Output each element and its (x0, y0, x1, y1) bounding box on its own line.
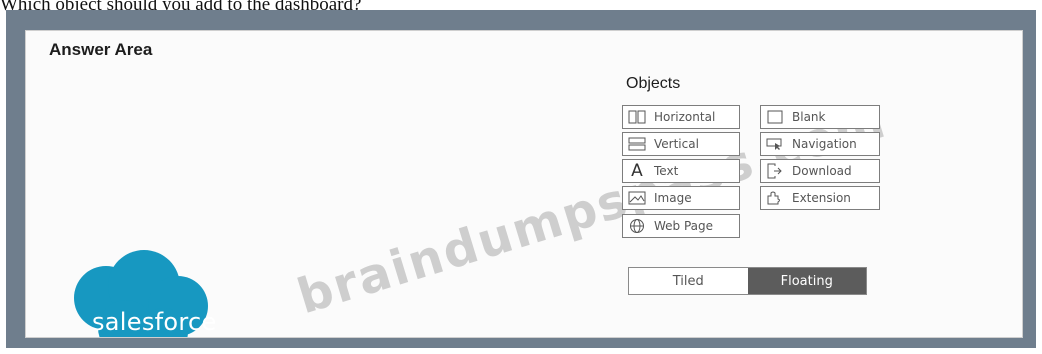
globe-icon (626, 218, 648, 234)
object-web-page[interactable]: Web Page (622, 214, 740, 238)
object-horizontal[interactable]: Horizontal (622, 105, 740, 129)
object-label: Blank (792, 110, 826, 124)
object-label: Navigation (792, 137, 857, 151)
extension-icon (764, 190, 786, 206)
object-label: Web Page (654, 219, 714, 233)
download-icon (764, 163, 786, 179)
navigation-icon (764, 137, 786, 151)
object-download[interactable]: Download (760, 159, 880, 183)
floating-option[interactable]: Floating (747, 268, 866, 294)
object-text[interactable]: A Text (622, 159, 740, 183)
object-label: Image (654, 191, 692, 205)
object-image[interactable]: Image (622, 186, 740, 210)
objects-title: Objects (626, 75, 681, 92)
salesforce-logo-text: salesforce (92, 308, 217, 336)
image-icon (626, 191, 648, 205)
object-label: Horizontal (654, 110, 716, 124)
vertical-container-icon (626, 137, 648, 151)
object-label: Text (654, 164, 679, 178)
answer-area-title: Answer Area (49, 40, 153, 59)
text-icon: A (631, 161, 643, 181)
object-navigation[interactable]: Navigation (760, 132, 880, 156)
answer-area-panel: Answer Area braindumpspass.com Objects H… (25, 30, 1023, 338)
blank-icon (764, 110, 786, 124)
horizontal-container-icon (626, 110, 648, 124)
object-label: Vertical (654, 137, 699, 151)
tiled-floating-toggle[interactable]: Tiled Floating (628, 267, 867, 295)
object-label: Extension (792, 191, 851, 205)
object-vertical[interactable]: Vertical (622, 132, 740, 156)
object-blank[interactable]: Blank (760, 105, 880, 129)
object-label: Download (792, 164, 852, 178)
answer-frame: Answer Area braindumpspass.com Objects H… (6, 10, 1036, 348)
object-extension[interactable]: Extension (760, 186, 880, 210)
tiled-option[interactable]: Tiled (629, 268, 748, 294)
